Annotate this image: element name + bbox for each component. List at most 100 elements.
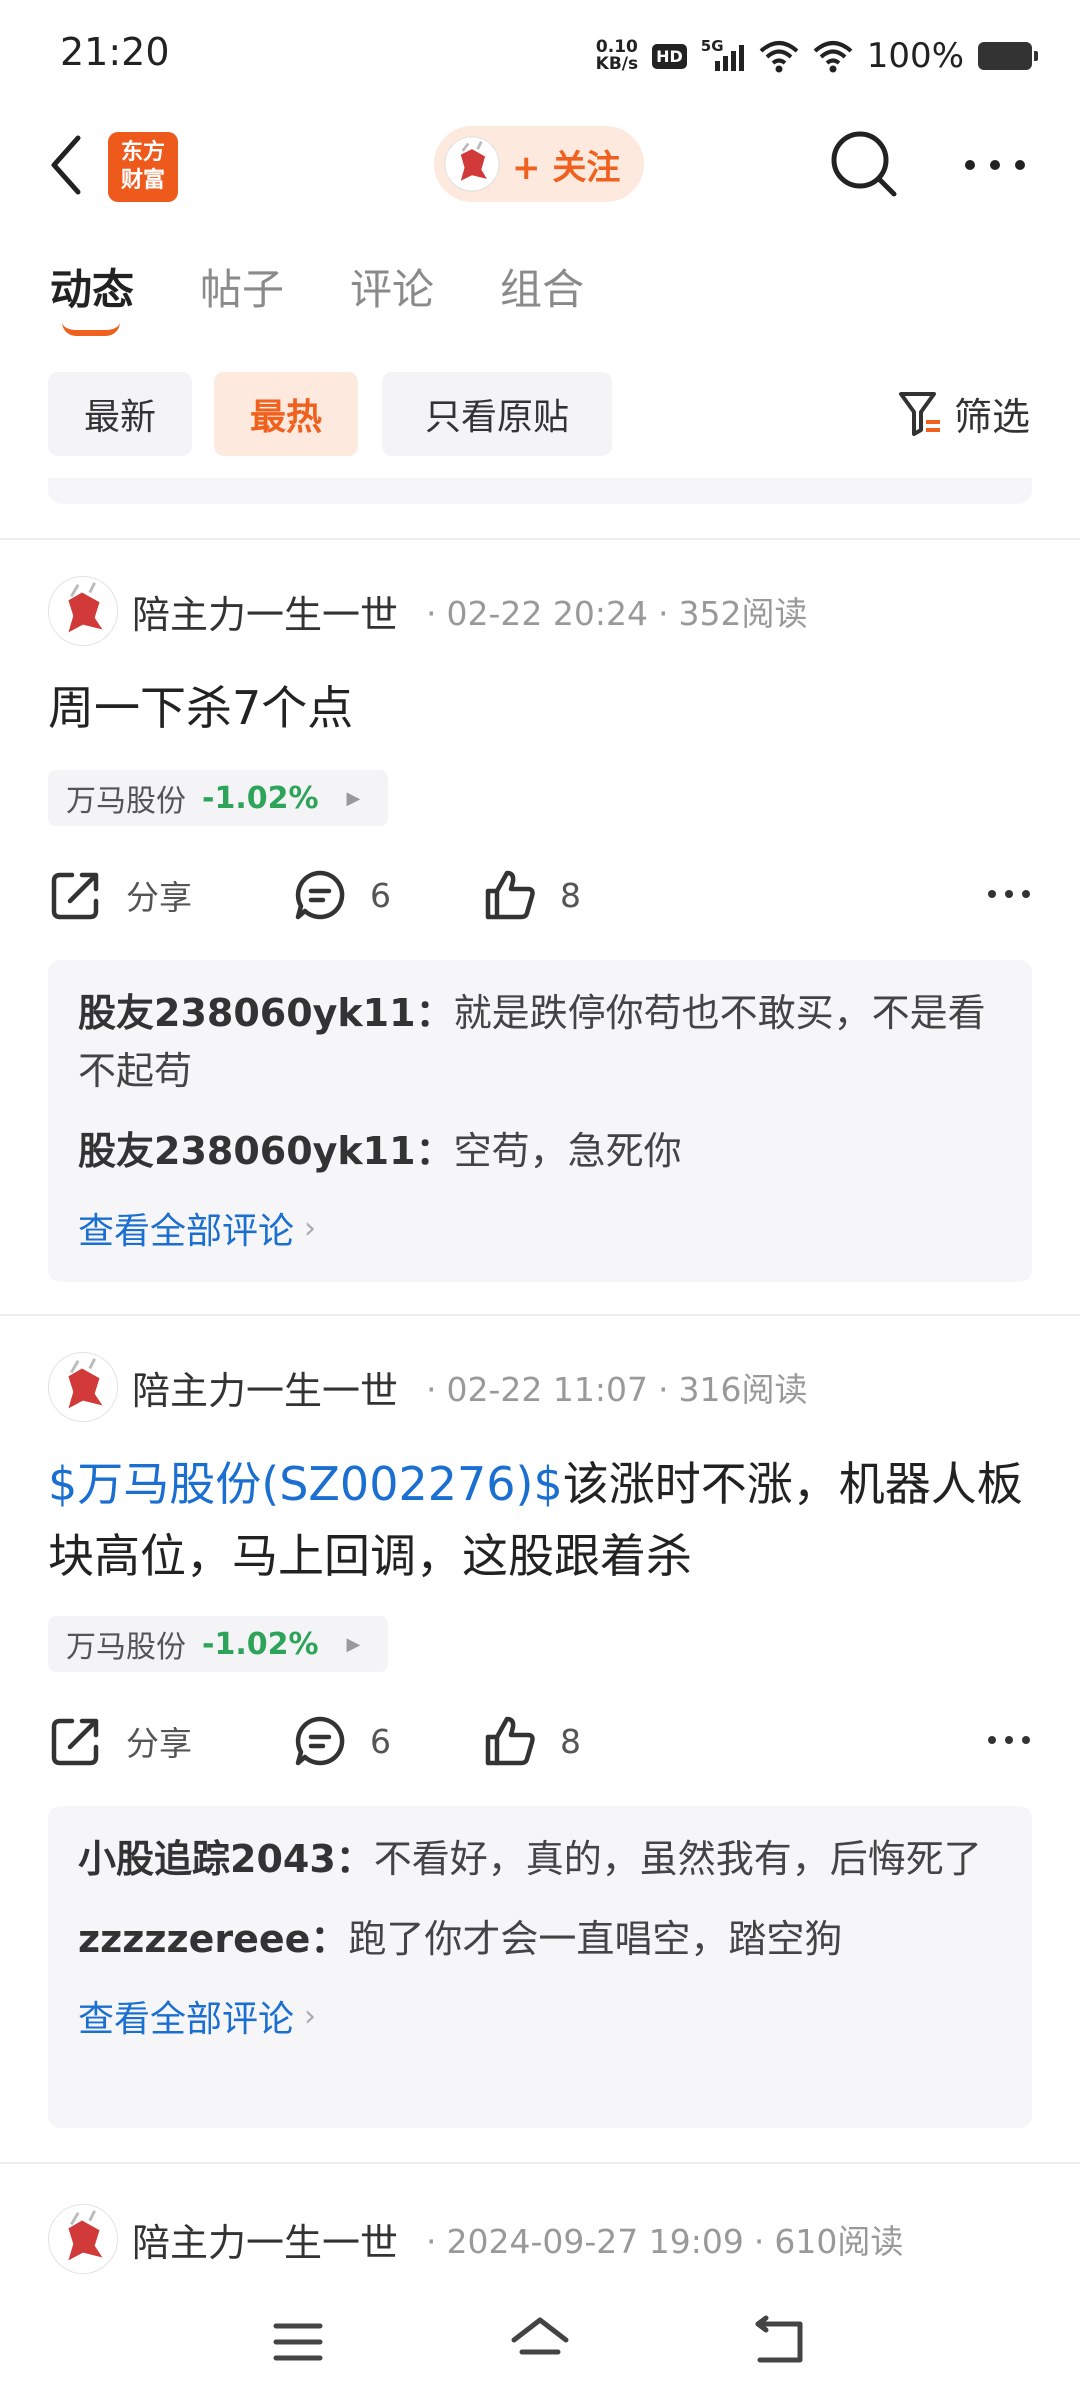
share-icon xyxy=(51,872,99,920)
post-time: 2024-09-27 19:09 xyxy=(446,2222,744,2261)
avatar xyxy=(444,136,500,192)
comment-user[interactable]: 小股追踪2043： xyxy=(78,1837,374,1881)
view-all-comments-link[interactable]: 查看全部评论 › xyxy=(78,1202,1002,1254)
share-icon xyxy=(51,1718,99,1766)
author-name[interactable]: 陪主力一生一世 xyxy=(132,584,398,639)
stock-link[interactable]: $万马股份(SZ002276)$ xyxy=(48,1457,563,1511)
follow-button[interactable]: + 关注 xyxy=(434,126,644,202)
hd-icon: HD xyxy=(652,43,687,69)
post-card[interactable]: 陪主力一生一世 · 02-22 20:24 · 352阅读 周一下杀7个点 万马股份 … xyxy=(0,576,1080,1286)
chip-latest[interactable]: 最新 xyxy=(48,372,192,456)
filter-label: 筛选 xyxy=(953,395,1030,439)
tab-portfolio[interactable]: 组合 xyxy=(500,256,584,317)
comment-button[interactable]: 6 xyxy=(292,1706,391,1776)
app-logo[interactable]: 东方 财富 xyxy=(108,132,178,202)
avatar[interactable] xyxy=(48,1352,118,1422)
author-name[interactable]: 陪主力一生一世 xyxy=(132,1360,398,1415)
post-meta: · 02-22 11:07 · 316阅读 xyxy=(426,1370,808,1409)
previous-comment-box-tail xyxy=(48,478,1032,504)
comment-icon xyxy=(295,1716,345,1766)
stock-tag[interactable]: 万马股份 -1.02% ▶ xyxy=(48,1616,388,1672)
top-nav: 东方 财富 + 关注 xyxy=(0,110,1080,220)
tab-dynamic[interactable]: 动态 xyxy=(50,256,134,317)
view-all-comments-link[interactable]: 查看全部评论 › xyxy=(78,1990,1002,2042)
stock-tag[interactable]: 万马股份 -1.02% ▶ xyxy=(48,770,388,826)
comment-item[interactable]: zzzzzereee：跑了你才会一直唱空，踏空狗 xyxy=(78,1910,1002,1968)
comment-preview[interactable]: 小股追踪2043：不看好，真的，虽然我有，后悔死了 zzzzzereee：跑了你… xyxy=(48,1806,1032,2128)
comment-text: 不看好，真的，虽然我有，后悔死了 xyxy=(373,1837,982,1881)
comment-icon xyxy=(295,870,345,920)
divider xyxy=(0,1314,1080,1316)
post-actions: 分享 6 8 xyxy=(48,860,1032,930)
author-name[interactable]: 陪主力一生一世 xyxy=(132,2212,398,2267)
thumbs-up-icon xyxy=(485,870,535,920)
like-count: 8 xyxy=(560,1721,581,1761)
signal-5g-icon: 5G xyxy=(701,37,745,73)
home-icon[interactable] xyxy=(508,2310,572,2374)
share-button[interactable]: 分享 xyxy=(48,860,192,930)
back-arrow-icon[interactable] xyxy=(44,132,94,198)
comment-user[interactable]: zzzzzereee： xyxy=(78,1917,348,1961)
avatar[interactable] xyxy=(48,2204,118,2274)
status-icons: 0.10 KB/s HD 5G 100% xyxy=(595,34,1038,78)
read-count: 610阅读 xyxy=(774,2222,904,2261)
chip-original-only[interactable]: 只看原贴 xyxy=(382,372,612,456)
chip-hottest[interactable]: 最热 xyxy=(214,372,358,456)
triangle-right-icon: ▶ xyxy=(346,787,361,809)
thumbs-up-icon xyxy=(485,1716,535,1766)
more-icon[interactable] xyxy=(960,140,1030,190)
active-tab-indicator xyxy=(62,322,120,336)
comment-button[interactable]: 6 xyxy=(292,860,391,930)
battery-percent: 100% xyxy=(866,36,964,76)
comment-item[interactable]: 小股追踪2043：不看好，真的，虽然我有，后悔死了 xyxy=(78,1830,1002,1888)
chevron-right-icon: › xyxy=(304,1998,317,2034)
divider xyxy=(0,538,1080,540)
read-count: 316阅读 xyxy=(678,1370,808,1409)
comment-count: 6 xyxy=(370,1721,391,1761)
filter-button[interactable]: 筛选 xyxy=(898,386,1030,441)
comment-user[interactable]: 股友238060yk11： xyxy=(78,991,454,1035)
post-card[interactable]: 陪主力一生一世 · 02-22 11:07 · 316阅读 $万马股份(SZ00227… xyxy=(0,1352,1080,2132)
post-meta: · 2024-09-27 19:09 · 610阅读 xyxy=(426,2222,904,2261)
more-icon[interactable] xyxy=(986,884,1032,904)
post-content[interactable]: 周一下杀7个点 xyxy=(48,672,1038,744)
triangle-right-icon: ▶ xyxy=(346,1633,361,1655)
system-nav-bar xyxy=(0,2290,1080,2400)
post-actions: 分享 6 8 xyxy=(48,1706,1032,1776)
net-speed: 0.10 KB/s xyxy=(595,37,639,74)
status-time: 21:20 xyxy=(60,30,170,74)
search-icon[interactable] xyxy=(826,126,900,200)
comment-preview[interactable]: 股友238060yk11：就是跌停你苟也不敢买，不是看不起苟 股友238060y… xyxy=(48,960,1032,1282)
post-card[interactable]: 陪主力一生一世 · 2024-09-27 19:09 · 610阅读 xyxy=(0,2204,1080,2284)
tab-bar: 动态 帖子 评论 组合 xyxy=(0,250,1080,340)
comment-item[interactable]: 股友238060yk11：就是跌停你苟也不敢买，不是看不起苟 xyxy=(78,984,1002,1100)
wifi-icon-2 xyxy=(813,41,853,73)
post-text: 周一下杀7个点 xyxy=(48,681,354,735)
comment-user[interactable]: 股友238060yk11： xyxy=(78,1129,454,1173)
stock-name: 万马股份 xyxy=(66,1630,186,1665)
tab-posts[interactable]: 帖子 xyxy=(200,256,284,317)
post-content[interactable]: $万马股份(SZ002276)$该涨时不涨，机器人板块高位，马上回调，这股跟着杀 xyxy=(48,1448,1038,1592)
menu-icon[interactable] xyxy=(266,2310,330,2374)
tab-comments[interactable]: 评论 xyxy=(350,256,434,317)
filter-icon xyxy=(898,391,940,436)
share-label: 分享 xyxy=(126,1724,192,1763)
post-header: 陪主力一生一世 · 02-22 20:24 · 352阅读 xyxy=(48,576,808,646)
share-label: 分享 xyxy=(126,878,192,917)
post-time: 02-22 20:24 xyxy=(446,594,648,633)
stock-change: -1.02% xyxy=(202,1626,319,1662)
comment-item[interactable]: 股友238060yk11：空苟，急死你 xyxy=(78,1122,1002,1180)
more-icon[interactable] xyxy=(986,1730,1032,1750)
comment-text: 跑了你才会一直唱空，踏空狗 xyxy=(348,1917,843,1961)
avatar[interactable] xyxy=(48,576,118,646)
comment-text: 空苟，急死你 xyxy=(453,1129,682,1173)
like-button[interactable]: 8 xyxy=(482,860,581,930)
back-nav-icon[interactable] xyxy=(748,2310,812,2374)
like-button[interactable]: 8 xyxy=(482,1706,581,1776)
share-button[interactable]: 分享 xyxy=(48,1706,192,1776)
status-bar: 21:20 0.10 KB/s HD 5G 100% xyxy=(0,0,1080,110)
post-header: 陪主力一生一世 · 02-22 11:07 · 316阅读 xyxy=(48,1352,808,1422)
battery-icon xyxy=(978,42,1038,70)
like-count: 8 xyxy=(560,875,581,915)
post-header: 陪主力一生一世 · 2024-09-27 19:09 · 610阅读 xyxy=(48,2204,903,2274)
